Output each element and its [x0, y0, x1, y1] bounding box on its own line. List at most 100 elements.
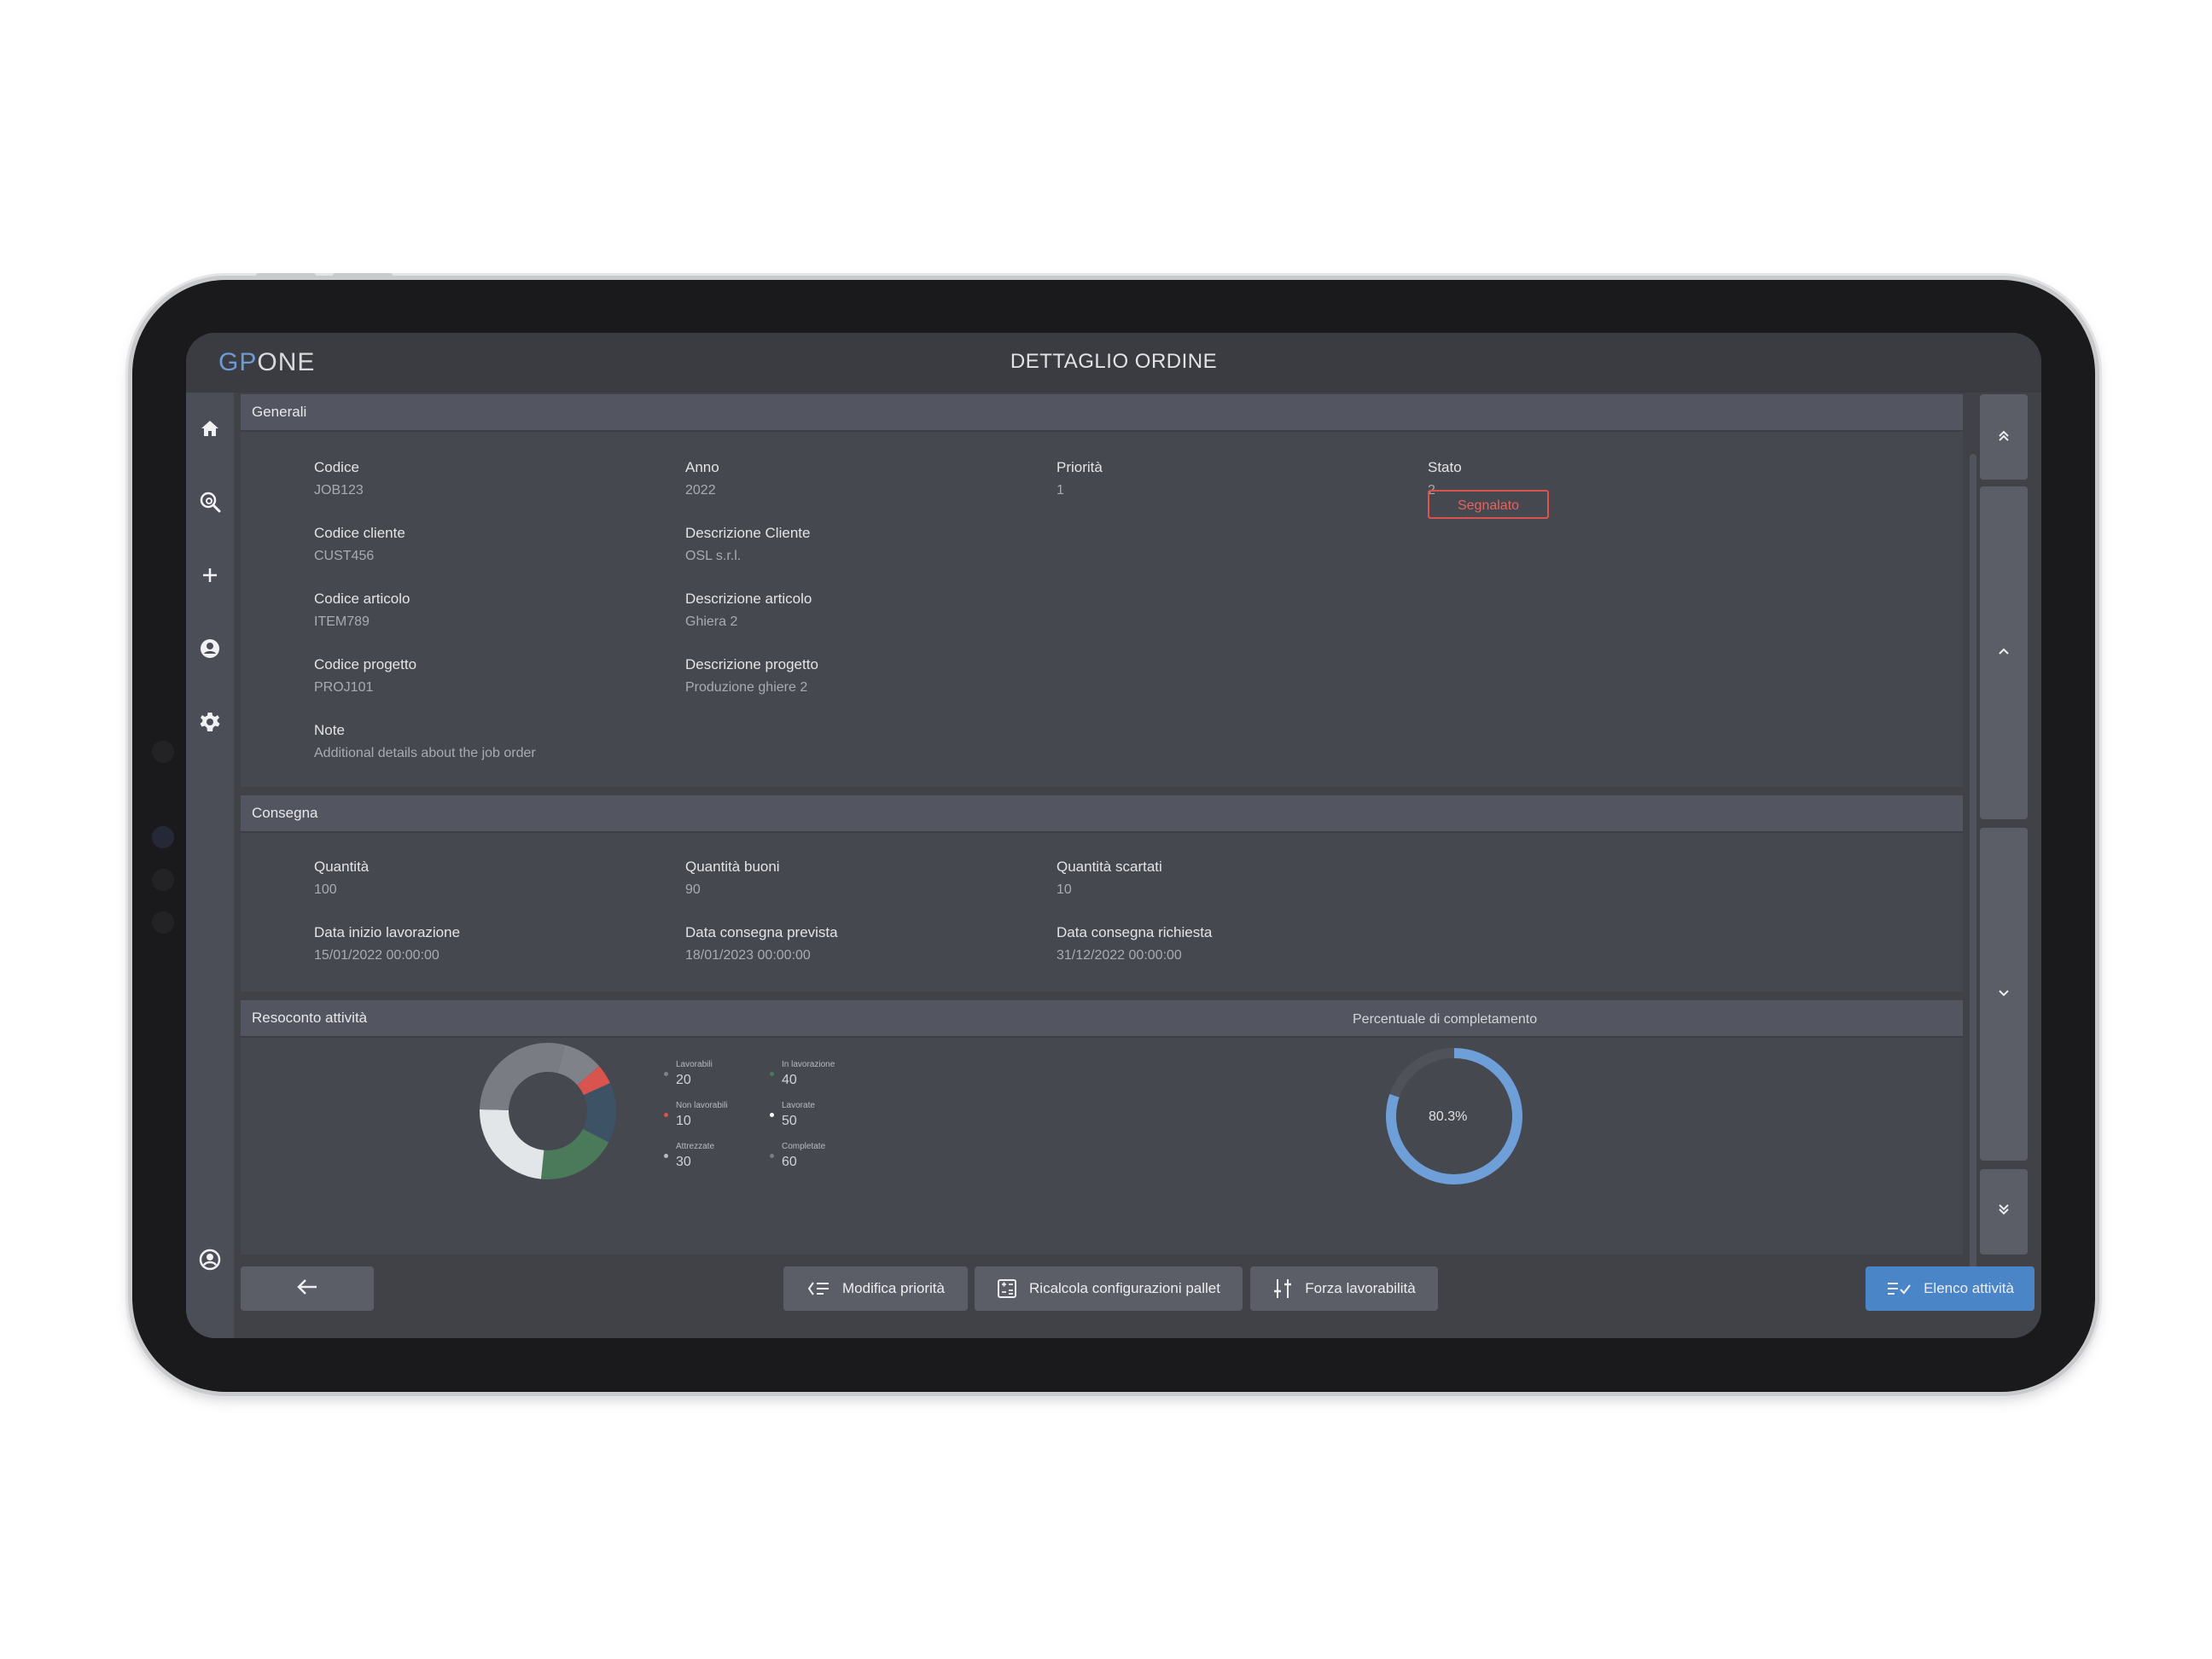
- legend-dot: [770, 1113, 774, 1117]
- status-badge: Segnalato: [1428, 490, 1549, 519]
- legend-label: Non lavorabili: [676, 1101, 728, 1110]
- field-label: Note: [314, 722, 345, 738]
- calculator-icon: [997, 1278, 1017, 1299]
- field-label: Codice cliente: [314, 525, 405, 541]
- search-orders-icon[interactable]: [198, 490, 222, 514]
- legend-value: 10: [676, 1114, 691, 1128]
- field-label: Descrizione Cliente: [685, 525, 811, 541]
- right-scroll-nav: [1970, 393, 2041, 1338]
- field-quantita-buoni: Quantità buoni 90: [685, 859, 780, 898]
- consegna-panel: Consegna Quantità 100 Quantità buoni 90 …: [241, 795, 1963, 992]
- top-bar: GPONE DETTAGLIO ORDINE: [186, 333, 2041, 393]
- field-value: 1: [1057, 483, 1064, 498]
- field-label: Codice: [314, 459, 359, 475]
- field-label: Stato: [1428, 459, 1462, 475]
- legend-value: 40: [782, 1073, 797, 1087]
- field-label: Data consegna richiesta: [1057, 924, 1213, 940]
- field-data-prevista: Data consegna prevista 18/01/2023 00:00:…: [685, 924, 838, 963]
- app-screen: GPONE DETTAGLIO ORDINE Generali Codice J…: [186, 333, 2041, 1338]
- field-label: Data inizio lavorazione: [314, 924, 461, 940]
- field-label: Priorità: [1057, 459, 1103, 475]
- sliders-icon: [1272, 1278, 1293, 1300]
- camera-lens: [152, 911, 174, 934]
- legend-value: 60: [782, 1155, 797, 1169]
- resoconto-panel: Resoconto attività Lavorabili 20 Non lavor…: [241, 1000, 1963, 1254]
- chevron-down-icon: [1995, 984, 2012, 1005]
- legend-dot: [770, 1072, 774, 1076]
- scroll-top-button[interactable]: [1980, 394, 2028, 480]
- legend-label: Lavorate: [782, 1101, 815, 1110]
- field-anno: Anno 2022: [685, 459, 719, 498]
- field-data-richiesta: Data consegna richiesta 31/12/2022 00:00…: [1057, 924, 1212, 963]
- resoconto-header: Resoconto attività: [241, 1000, 1963, 1038]
- camera-sensor: [152, 826, 174, 848]
- double-chevron-up-icon: [1995, 427, 2012, 448]
- legend-dot: [664, 1113, 668, 1117]
- button-label: Ricalcola configurazioni pallet: [1029, 1280, 1220, 1296]
- legend-label: Lavorabili: [676, 1060, 713, 1069]
- field-label: Descrizione articolo: [685, 591, 812, 607]
- field-label: Quantità buoni: [685, 859, 780, 875]
- field-label: Quantità: [314, 859, 370, 875]
- modifica-priorita-button[interactable]: Modifica priorità: [783, 1266, 968, 1311]
- legend-value: 20: [676, 1073, 691, 1087]
- activity-donut-chart: [480, 1043, 616, 1179]
- field-data-inizio: Data inizio lavorazione 15/01/2022 00:00…: [314, 924, 460, 963]
- field-priorita: Priorità 1: [1057, 459, 1103, 498]
- field-value: 31/12/2022 00:00:00: [1057, 948, 1182, 963]
- slice-lavorate: [480, 1109, 544, 1179]
- field-value: Ghiera 2: [685, 614, 738, 629]
- gear-icon[interactable]: [198, 710, 222, 734]
- field-quantita: Quantità 100: [314, 859, 369, 898]
- camera-lens: [152, 869, 174, 891]
- field-value: ITEM789: [314, 614, 370, 629]
- scroll-up-button[interactable]: [1980, 486, 2028, 819]
- completion-percent: 80.3%: [1429, 1109, 1468, 1124]
- field-value: 10: [1057, 882, 1072, 897]
- field-codice-progetto: Codice progetto PROJ101: [314, 656, 416, 696]
- button-label: Modifica priorità: [842, 1280, 945, 1296]
- legend-label: Attrezzate: [676, 1142, 715, 1151]
- scrollbar[interactable]: [1970, 454, 1976, 1307]
- field-value: Additional details about the job order: [314, 746, 536, 760]
- field-value: PROJ101: [314, 680, 374, 695]
- field-quantita-scartati: Quantità scartati 10: [1057, 859, 1162, 898]
- field-descrizione-progetto: Descrizione progetto Produzione ghiere 2: [685, 656, 818, 696]
- elenco-attivita-button[interactable]: Elenco attività: [1866, 1266, 2034, 1311]
- legend-value: 50: [782, 1114, 797, 1128]
- volume-button: [333, 273, 393, 279]
- ricalcola-pallet-button[interactable]: Ricalcola configurazioni pallet: [975, 1266, 1243, 1311]
- field-value: CUST456: [314, 549, 375, 563]
- field-value: 100: [314, 882, 337, 897]
- field-value: 18/01/2023 00:00:00: [685, 948, 811, 963]
- scroll-down-button[interactable]: [1980, 828, 2028, 1161]
- back-button[interactable]: [241, 1266, 374, 1311]
- field-label: Data consegna prevista: [685, 924, 838, 940]
- home-icon[interactable]: [198, 416, 222, 440]
- priority-list-icon: [806, 1279, 830, 1298]
- slice-completate: [480, 1043, 565, 1110]
- generali-header: Generali: [241, 394, 1963, 432]
- checklist-icon: [1886, 1279, 1912, 1298]
- double-chevron-down-icon: [1995, 1202, 2012, 1223]
- field-label: Anno: [685, 459, 719, 475]
- button-label: Forza lavorabilità: [1305, 1280, 1416, 1296]
- user-circle-icon[interactable]: [198, 637, 222, 661]
- account-icon[interactable]: [198, 1248, 222, 1272]
- field-descrizione-articolo: Descrizione articolo Ghiera 2: [685, 591, 812, 630]
- legend-dot: [664, 1154, 668, 1158]
- field-value: Produzione ghiere 2: [685, 680, 808, 695]
- arrow-left-icon: [296, 1278, 318, 1301]
- scroll-bottom-button[interactable]: [1980, 1169, 2028, 1254]
- forza-lavorabilita-button[interactable]: Forza lavorabilità: [1250, 1266, 1438, 1311]
- field-label: Codice progetto: [314, 656, 417, 672]
- field-codice: Codice JOB123: [314, 459, 364, 498]
- consegna-header: Consegna: [241, 795, 1963, 833]
- field-value: 15/01/2022 00:00:00: [314, 948, 439, 963]
- legend-label: In lavorazione: [782, 1060, 835, 1069]
- generali-panel: Generali Codice JOB123 Anno 2022 Priorit…: [241, 394, 1963, 787]
- legend-label: Completate: [782, 1142, 826, 1151]
- button-label: Elenco attività: [1924, 1280, 2014, 1296]
- plus-icon[interactable]: [198, 563, 222, 587]
- field-value: 2022: [685, 483, 716, 498]
